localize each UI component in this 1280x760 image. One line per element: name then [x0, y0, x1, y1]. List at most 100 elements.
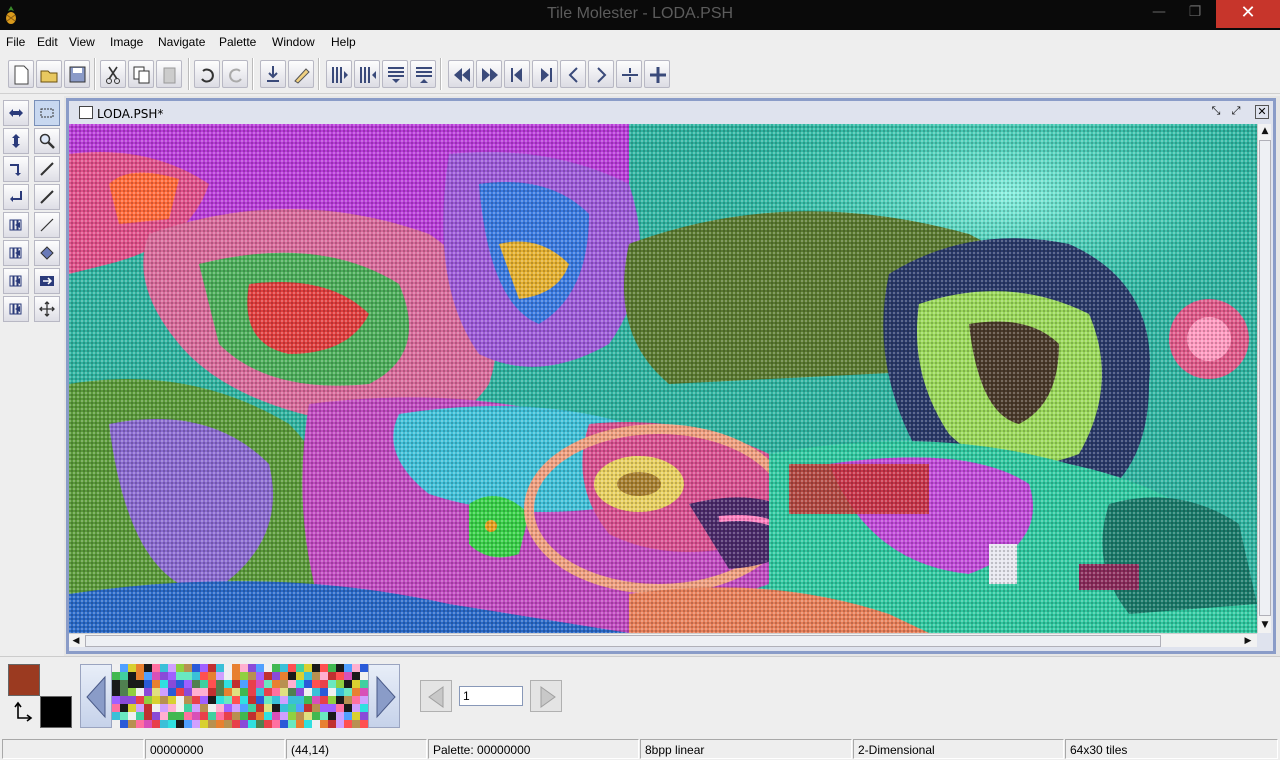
palette-entry[interactable]	[360, 664, 368, 672]
palette-entry[interactable]	[168, 680, 176, 688]
palette-entry[interactable]	[112, 672, 120, 680]
palette-entry[interactable]	[128, 688, 136, 696]
palette-entry[interactable]	[240, 664, 248, 672]
palette-entry[interactable]	[184, 712, 192, 720]
vertical-scroll-thumb[interactable]	[1259, 140, 1271, 616]
frame-close-icon[interactable]: ✕	[1255, 105, 1269, 119]
palette-entry[interactable]	[288, 664, 296, 672]
tool-line[interactable]	[34, 212, 60, 238]
open-button[interactable]	[36, 60, 62, 88]
palette-entry[interactable]	[144, 664, 152, 672]
document-title-bar[interactable]: LODA.PSH* ⤡ ⤢ ✕	[69, 101, 1273, 125]
tool-mover[interactable]	[34, 296, 60, 322]
palette-entry[interactable]	[184, 680, 192, 688]
palette-entry[interactable]	[288, 712, 296, 720]
palette-entry[interactable]	[280, 720, 288, 728]
bookmark-button[interactable]	[288, 60, 314, 88]
scroll-left-icon[interactable]: ◀	[69, 634, 83, 648]
palette-entry[interactable]	[152, 680, 160, 688]
byte-back-button[interactable]	[616, 60, 642, 88]
palette-entry[interactable]	[120, 720, 128, 728]
palette-entry[interactable]	[224, 688, 232, 696]
tool-shift-left[interactable]	[3, 212, 29, 238]
palette-entry[interactable]	[288, 680, 296, 688]
palette-entry[interactable]	[168, 704, 176, 712]
palette-entry[interactable]	[208, 696, 216, 704]
palette-entry[interactable]	[120, 680, 128, 688]
palette-entry[interactable]	[176, 704, 184, 712]
palette-entry[interactable]	[248, 672, 256, 680]
palette-entry[interactable]	[344, 704, 352, 712]
palette-entry[interactable]	[200, 680, 208, 688]
palette-entry[interactable]	[336, 696, 344, 704]
palette-entry[interactable]	[136, 696, 144, 704]
palette-entry[interactable]	[248, 712, 256, 720]
palette-entry[interactable]	[120, 672, 128, 680]
palette-entry[interactable]	[312, 704, 320, 712]
palette-entry[interactable]	[296, 712, 304, 720]
palette-entry[interactable]	[280, 704, 288, 712]
palette-entry[interactable]	[264, 712, 272, 720]
increase-width-button[interactable]	[354, 60, 380, 88]
palette-entry[interactable]	[224, 672, 232, 680]
cut-button[interactable]	[100, 60, 126, 88]
row-back-button[interactable]	[504, 60, 530, 88]
palette-entry[interactable]	[304, 672, 312, 680]
palette-entry[interactable]	[264, 704, 272, 712]
palette-entry[interactable]	[168, 712, 176, 720]
palette-entry[interactable]	[296, 672, 304, 680]
palette-entry[interactable]	[160, 664, 168, 672]
palette-entry[interactable]	[128, 696, 136, 704]
palette-entry[interactable]	[120, 688, 128, 696]
palette-entry[interactable]	[176, 672, 184, 680]
palette-entry[interactable]	[160, 704, 168, 712]
page-prev-button[interactable]	[420, 680, 452, 712]
palette-entry[interactable]	[224, 680, 232, 688]
palette-entry[interactable]	[176, 680, 184, 688]
palette-entry[interactable]	[320, 704, 328, 712]
palette-entry[interactable]	[128, 664, 136, 672]
palette-entry[interactable]	[272, 696, 280, 704]
page-back-button[interactable]	[448, 60, 474, 88]
palette-entry[interactable]	[280, 672, 288, 680]
palette-entry[interactable]	[344, 688, 352, 696]
palette-entry[interactable]	[144, 672, 152, 680]
palette-entry[interactable]	[152, 664, 160, 672]
menu-navigate[interactable]: Navigate	[158, 35, 205, 49]
tool-rotate[interactable]	[3, 156, 29, 182]
palette-entry[interactable]	[288, 696, 296, 704]
palette-entry[interactable]	[256, 720, 264, 728]
palette-entry[interactable]	[128, 672, 136, 680]
palette-entry[interactable]	[224, 712, 232, 720]
palette-entry[interactable]	[120, 696, 128, 704]
palette-entry[interactable]	[328, 664, 336, 672]
palette-entry[interactable]	[232, 688, 240, 696]
palette-entry[interactable]	[184, 720, 192, 728]
palette-entry[interactable]	[144, 680, 152, 688]
palette-entry[interactable]	[248, 704, 256, 712]
palette-entry[interactable]	[192, 680, 200, 688]
palette-entry[interactable]	[152, 712, 160, 720]
palette-entry[interactable]	[152, 672, 160, 680]
palette-entry[interactable]	[272, 720, 280, 728]
palette-entry[interactable]	[168, 688, 176, 696]
copy-button[interactable]	[128, 60, 154, 88]
palette-entry[interactable]	[128, 720, 136, 728]
palette-entry[interactable]	[224, 720, 232, 728]
new-button[interactable]	[8, 60, 34, 88]
palette-entry[interactable]	[240, 712, 248, 720]
redo-button[interactable]	[222, 60, 248, 88]
palette-entry[interactable]	[248, 696, 256, 704]
palette-entry[interactable]	[208, 680, 216, 688]
restore-button[interactable]: ❐	[1180, 0, 1210, 24]
palette-entry[interactable]	[312, 672, 320, 680]
palette-entry[interactable]	[304, 704, 312, 712]
palette-entry[interactable]	[248, 720, 256, 728]
palette-entry[interactable]	[152, 696, 160, 704]
palette-entry[interactable]	[264, 672, 272, 680]
palette-entry[interactable]	[200, 704, 208, 712]
palette-entry[interactable]	[208, 720, 216, 728]
palette-entry[interactable]	[264, 688, 272, 696]
palette-entry[interactable]	[192, 696, 200, 704]
tool-selection[interactable]	[34, 100, 60, 126]
